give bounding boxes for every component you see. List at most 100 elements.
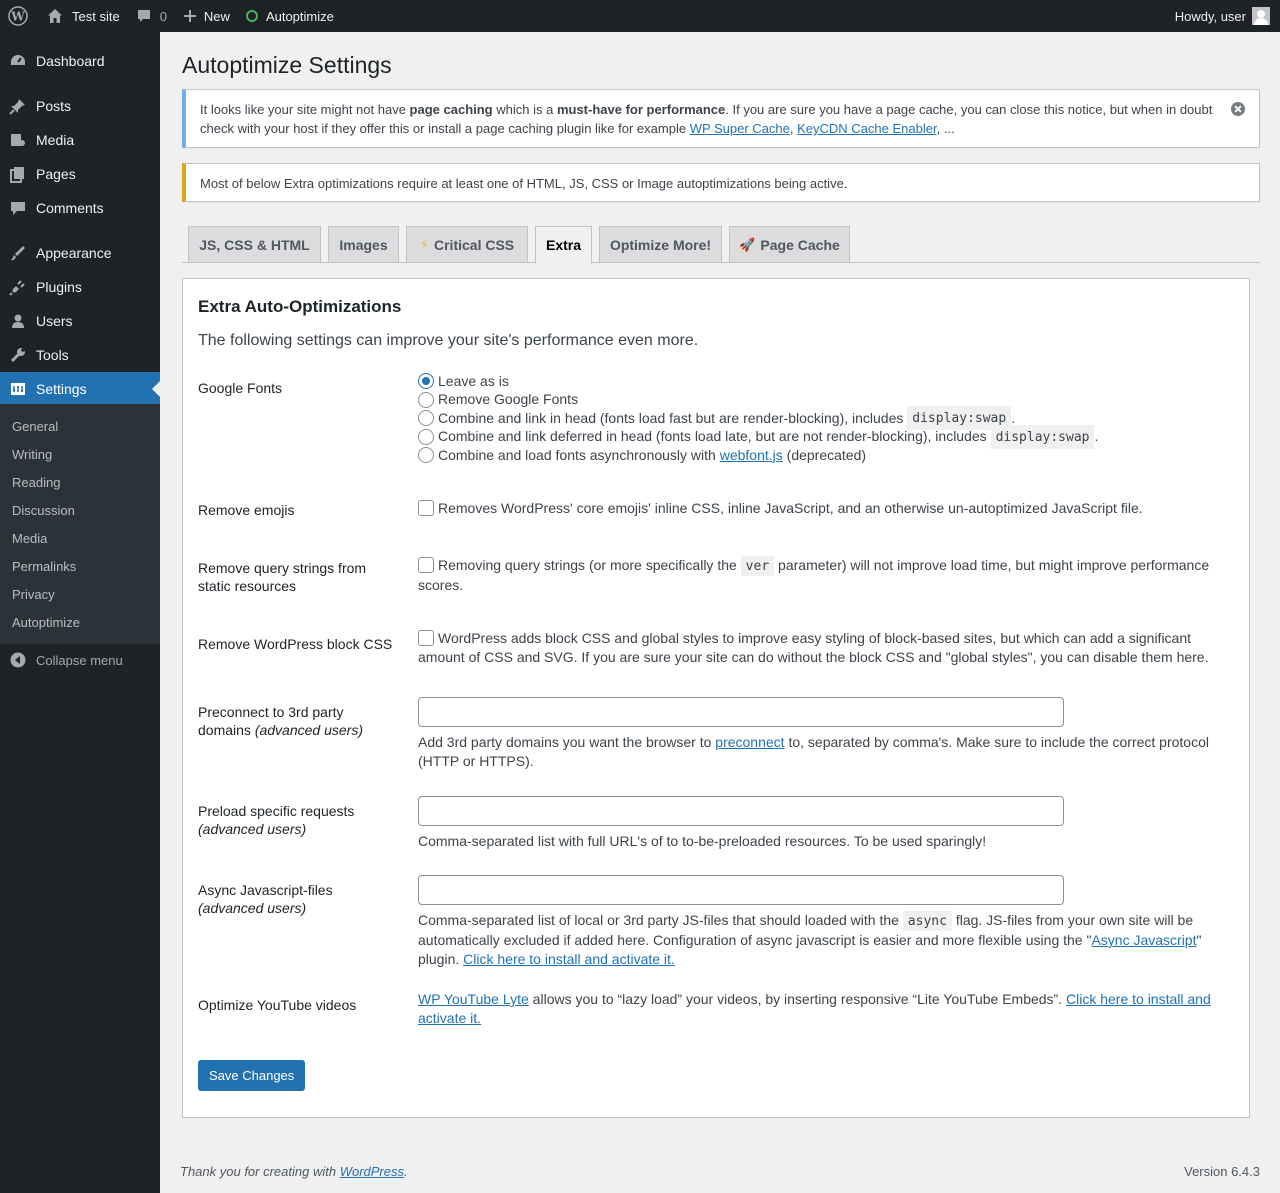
menu-label: Appearance [36,245,112,261]
page-title: Autoptimize Settings [182,52,392,78]
async-js-field: Comma-separated list of local or 3rd par… [418,875,1218,969]
async-js-input[interactable] [418,875,1064,905]
comments-link[interactable]: 0 [128,0,175,32]
panel-heading: Extra Auto-Optimizations [198,297,402,316]
submenu-item-discussion[interactable]: Discussion [12,503,75,518]
tab-extra[interactable]: Extra [535,226,592,264]
radio-combine-link-deferred[interactable]: Combine and link deferred in head (fonts… [418,424,1218,449]
wp-super-cache-link[interactable]: WP Super Cache [690,121,790,136]
extra-settings-panel: Extra Auto-Optimizations The following s… [182,278,1250,1118]
youtube-label: Optimize YouTube videos [198,997,357,1013]
notice-text: It looks like your site might not have [200,102,410,117]
wordpress-logo-icon[interactable]: W [0,0,38,32]
settings-icon [0,380,36,398]
thanks-text: Thank you for creating with [180,1164,340,1179]
submenu-item-media[interactable]: Media [12,531,47,546]
deprecated-text: (deprecated) [782,446,867,463]
collapse-menu-button[interactable]: Collapse menu [0,644,160,676]
dashboard-icon [0,52,36,70]
tab-page-cache[interactable]: 🚀 Page Cache [729,226,850,263]
media-icon [0,131,36,149]
label-text: Async Javascript-files [198,882,333,898]
site-name-link[interactable]: Test site [38,0,128,32]
remove-query-strings-checkbox[interactable] [418,557,434,573]
comments-count: 0 [159,8,167,24]
new-label: New [203,8,230,24]
preconnect-input[interactable] [418,697,1064,727]
howdy-text: Howdy, user [1174,8,1246,24]
autoptimize-adminbar-link[interactable]: Autoptimize [238,0,342,32]
remove-emojis-field: Removes WordPress' core emojis' inline C… [418,499,1218,518]
submenu-item-autoptimize[interactable]: Autoptimize [12,615,80,630]
menu-item-users[interactable]: Users [0,304,160,338]
save-changes-button[interactable]: Save Changes [198,1060,306,1091]
dismiss-notice-icon[interactable] [1231,102,1245,116]
checkbox-description: Removing query strings (or more specific… [438,557,741,573]
user-icon [0,312,36,330]
menu-item-pages[interactable]: Pages [0,157,160,191]
radio-button[interactable] [418,428,434,445]
preconnect-label: Preconnect to 3rd party domains (advance… [198,703,398,739]
page-cache-notice: It looks like your site might not have p… [182,89,1260,148]
menu-label: Pages [36,166,76,182]
preload-input[interactable] [418,796,1064,826]
radio-label: Combine and link deferred in head (fonts… [438,428,991,445]
menu-item-appearance[interactable]: Appearance [0,236,160,270]
menu-item-media[interactable]: Media [0,123,160,157]
menu-item-dashboard[interactable]: Dashboard [0,44,160,78]
menu-item-comments[interactable]: Comments [0,191,160,225]
remove-emojis-label: Remove emojis [198,502,295,518]
description-text: allows you to “lazy load” your videos, b… [528,991,1066,1007]
tab-critical-css[interactable]: ⚡ Critical CSS [406,226,528,263]
radio-button[interactable] [418,410,434,427]
radio-combine-async[interactable]: Combine and load fonts asynchronously wi… [418,446,1218,465]
version-text: Version 6.4.3 [1184,1164,1260,1179]
webfont-js-link[interactable]: webfont.js [720,446,783,465]
my-account-link[interactable]: Howdy, user [1167,0,1280,32]
new-content-link[interactable]: New [175,0,238,32]
radio-leave-as-is[interactable]: Leave as is [418,372,1218,391]
preconnect-link[interactable]: preconnect [715,734,784,750]
menu-item-tools[interactable]: Tools [0,338,160,372]
plug-icon [0,278,36,296]
wp-youtube-lyte-link[interactable]: WP YouTube Lyte [418,991,529,1007]
keycdn-cache-enabler-link[interactable]: KeyCDN Cache Enabler [797,121,936,136]
menu-label: Settings [36,381,87,397]
submenu-item-general[interactable]: General [12,419,58,434]
brush-icon [0,244,36,262]
plus-icon [183,10,196,22]
remove-block-css-checkbox[interactable] [418,630,434,646]
tab-js-css-html[interactable]: JS, CSS & HTML [188,226,321,263]
description-text: Add 3rd party domains you want the brows… [418,734,716,750]
async-js-label: Async Javascript-files (advanced users) [198,881,398,917]
install-async-link[interactable]: Click here to install and activate it. [463,951,675,967]
tab-label: JS, CSS & HTML [199,236,310,253]
radio-combine-link-head[interactable]: Combine and link in head (fonts load fas… [418,406,1218,431]
label-em: (advanced users) [198,900,307,916]
radio-remove-google-fonts[interactable]: Remove Google Fonts [418,391,1218,410]
submenu-item-reading[interactable]: Reading [12,475,60,490]
radio-button[interactable] [418,447,434,464]
tab-optimize-more[interactable]: Optimize More! [599,226,722,263]
code-ver: ver [740,556,775,576]
label-text: Preload specific requests [198,803,355,819]
menu-item-settings[interactable]: Settings [0,372,160,406]
notice-text: which is a [492,102,557,117]
tab-label: Images [339,236,388,253]
menu-label: Users [36,313,73,329]
remove-emojis-checkbox[interactable] [418,500,434,516]
radio-button[interactable] [418,391,434,408]
menu-item-plugins[interactable]: Plugins [0,270,160,304]
tab-label: Page Cache [760,236,840,253]
site-name: Test site [72,8,120,24]
radio-button-checked[interactable] [418,373,434,390]
tab-label: Critical CSS [434,236,515,253]
tab-images[interactable]: Images [328,226,399,263]
submenu-item-permalinks[interactable]: Permalinks [12,559,76,574]
submenu-item-writing[interactable]: Writing [12,447,52,462]
wordpress-link[interactable]: WordPress [340,1164,404,1179]
async-javascript-link[interactable]: Async Javascript [1091,932,1196,948]
remove-query-strings-field: Removing query strings (or more specific… [418,556,1218,595]
menu-item-posts[interactable]: Posts [0,89,160,123]
submenu-item-privacy[interactable]: Privacy [12,587,55,602]
